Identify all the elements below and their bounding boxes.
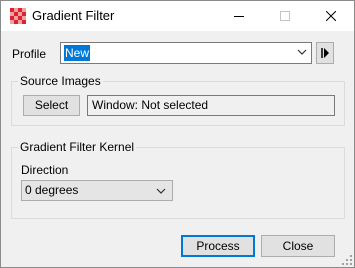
maximize-icon [280,11,290,21]
kernel-legend: Gradient Filter Kernel [18,140,137,154]
profile-value[interactable]: New [64,45,91,61]
chevron-down-icon[interactable] [297,48,307,56]
minimize-button[interactable] [216,1,262,31]
direction-label: Direction [21,163,69,177]
direction-value: 0 degrees [25,183,79,197]
grid-checker-icon [10,8,26,24]
chevron-down-icon [156,188,166,194]
process-button[interactable]: Process [181,235,255,257]
gradient-filter-kernel-group: Gradient Filter Kernel Direction 0 degre… [11,140,345,219]
maximize-button[interactable] [262,1,308,31]
title-bar: Gradient Filter [1,1,354,31]
select-button[interactable]: Select [23,95,80,116]
play-to-end-icon [321,48,329,58]
window-title: Gradient Filter [32,8,115,23]
gradient-filter-dialog: Gradient Filter Profile New Source Image… [0,0,355,268]
window-status-field: Window: Not selected [87,95,335,116]
profile-label: Profile [12,47,47,61]
direction-dropdown[interactable]: 0 degrees [21,180,173,201]
profile-menu-button[interactable] [316,42,334,64]
source-images-group: Source Images Select Window: Not selecte… [11,74,345,126]
minimize-icon [234,16,244,17]
resize-grip-icon[interactable] [342,255,352,265]
close-window-button[interactable] [308,1,354,31]
close-button[interactable]: Close [261,235,335,257]
source-images-legend: Source Images [18,74,103,88]
close-icon [326,11,336,21]
profile-combobox[interactable]: New [60,42,312,64]
